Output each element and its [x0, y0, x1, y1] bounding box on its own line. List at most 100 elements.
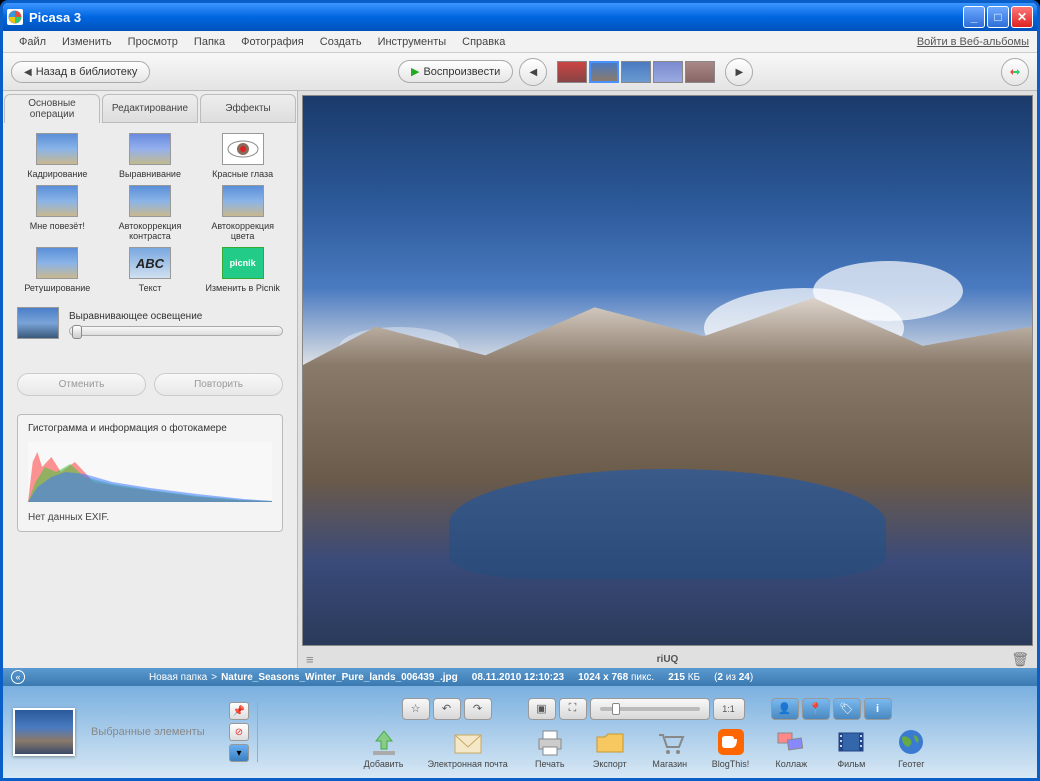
caption-text[interactable]: riUQ — [657, 654, 679, 665]
rotate-left-button[interactable]: ↶ — [433, 698, 461, 720]
contrast-icon — [129, 185, 171, 217]
crop-button[interactable]: Кадрирование — [13, 133, 102, 179]
histogram-title: Гистограмма и информация о фотокамере — [28, 423, 272, 434]
hold-button[interactable]: 📌 — [229, 702, 249, 720]
action-label: Коллаж — [776, 760, 808, 769]
menu-edit[interactable]: Изменить — [54, 36, 120, 48]
minimize-button[interactable]: _ — [963, 6, 985, 28]
action-label: Печать — [535, 760, 564, 769]
redeye-button[interactable]: Красные глаза — [198, 133, 287, 179]
status-filename: Nature_Seasons_Winter_Pure_lands_006439_… — [221, 672, 458, 683]
prev-photo-button[interactable] — [519, 58, 547, 86]
tab-basic-fixes[interactable]: Основные операции — [4, 94, 100, 123]
strip-thumb[interactable] — [621, 61, 651, 83]
selection-thumb[interactable] — [13, 708, 75, 756]
action-label: Фильм — [837, 760, 865, 769]
op-label: Кадрирование — [27, 169, 87, 179]
menu-help[interactable]: Справка — [454, 36, 513, 48]
arrow-right-icon — [735, 66, 743, 78]
op-label: Текст — [139, 283, 162, 293]
lucky-icon — [36, 185, 78, 217]
zoom-slider[interactable] — [590, 698, 710, 720]
slider-knob[interactable] — [72, 325, 82, 339]
retouch-button[interactable]: Ретуширование — [13, 247, 102, 293]
share-button[interactable] — [1001, 58, 1029, 86]
fill-light-icon — [17, 307, 59, 339]
trash-icon[interactable]: 🗑 — [1011, 651, 1029, 668]
redo-button[interactable]: Повторить — [154, 373, 283, 396]
login-link[interactable]: Войти в Веб-альбомы — [917, 36, 1029, 48]
menu-folder[interactable]: Папка — [186, 36, 233, 48]
menu-photo[interactable]: Фотография — [233, 36, 312, 48]
autocolor-button[interactable]: Автокоррекция цвета — [198, 185, 287, 241]
upload-icon — [366, 726, 402, 758]
op-label: Мне повезёт! — [30, 221, 85, 231]
text-button[interactable]: ABC Текст — [106, 247, 195, 293]
strip-thumb[interactable] — [557, 61, 587, 83]
places-button[interactable]: 📍 — [802, 698, 830, 720]
fit-button[interactable]: ▣ — [528, 698, 556, 720]
one-to-one-button[interactable]: 1:1 — [713, 698, 745, 720]
strip-thumb-active[interactable] — [589, 61, 619, 83]
tab-label: Эффекты — [225, 103, 270, 114]
fill-light-slider[interactable] — [69, 326, 283, 336]
upload-button[interactable]: Добавить — [364, 726, 404, 769]
strip-thumb[interactable] — [685, 61, 715, 83]
menu-file[interactable]: Файл — [11, 36, 54, 48]
play-slideshow-button[interactable]: ▶ Воспроизвести — [398, 60, 513, 83]
divider — [257, 702, 258, 762]
people-button[interactable]: 👤 — [771, 698, 799, 720]
blog-button[interactable]: BlogThis! — [712, 726, 750, 769]
status-folder: Новая папка — [149, 672, 207, 683]
email-button[interactable]: Электронная почта — [427, 726, 507, 769]
info-button[interactable]: i — [864, 698, 892, 720]
shop-button[interactable]: Магазин — [652, 726, 688, 769]
actual-size-button[interactable]: ⛶ — [559, 698, 587, 720]
back-label: Назад в библиотеку — [36, 66, 138, 78]
caption-bar: ≡ riUQ 🗑 — [298, 650, 1037, 668]
folder-icon — [592, 726, 628, 758]
collage-button[interactable]: Коллаж — [773, 726, 809, 769]
collapse-tray-button[interactable]: « — [11, 670, 25, 684]
close-button[interactable]: ✕ — [1011, 6, 1033, 28]
histogram-chart — [28, 442, 272, 502]
menu-tools[interactable]: Инструменты — [370, 36, 455, 48]
clear-button[interactable]: ⊘ — [229, 723, 249, 741]
undo-button[interactable]: Отменить — [17, 373, 146, 396]
back-to-library-button[interactable]: Назад в библиотеку — [11, 61, 150, 83]
menu-create[interactable]: Создать — [312, 36, 370, 48]
tab-label: Редактирование — [112, 103, 188, 114]
blogger-icon — [713, 726, 749, 758]
selection-label: Выбранные элементы — [91, 726, 221, 738]
movie-button[interactable]: Фильм — [833, 726, 869, 769]
status-size-suffix: КБ — [688, 672, 700, 683]
play-icon: ▶ — [411, 65, 419, 78]
export-button[interactable]: Экспорт — [592, 726, 628, 769]
add-to-album-button[interactable]: ▾ — [229, 744, 249, 762]
menu-view[interactable]: Просмотр — [120, 36, 186, 48]
text-icon: ABC — [129, 247, 171, 279]
exif-text: Нет данных EXIF. — [28, 512, 272, 523]
action-label: Магазин — [652, 760, 687, 769]
image-view[interactable] — [302, 95, 1033, 646]
geotag-button[interactable]: Геотег — [893, 726, 929, 769]
play-label: Воспроизвести — [423, 66, 500, 78]
arrow-left-icon — [529, 66, 537, 78]
status-sep: > — [211, 672, 217, 683]
straighten-button[interactable]: Выравнивание — [106, 133, 195, 179]
straighten-icon — [129, 133, 171, 165]
caption-handle-icon[interactable]: ≡ — [306, 652, 314, 667]
lucky-button[interactable]: Мне повезёт! — [13, 185, 102, 241]
rotate-right-button[interactable]: ↷ — [464, 698, 492, 720]
tab-tuning[interactable]: Редактирование — [102, 94, 198, 123]
star-button[interactable]: ☆ — [402, 698, 430, 720]
picnik-button[interactable]: picnikИзменить в Picnik — [198, 247, 287, 293]
maximize-button[interactable]: □ — [987, 6, 1009, 28]
strip-thumb[interactable] — [653, 61, 683, 83]
tags-button[interactable]: 🏷 — [833, 698, 861, 720]
print-button[interactable]: Печать — [532, 726, 568, 769]
autocontrast-button[interactable]: Автокоррекция контраста — [106, 185, 195, 241]
next-photo-button[interactable] — [725, 58, 753, 86]
tab-effects[interactable]: Эффекты — [200, 94, 296, 123]
status-dimensions: 1024 x 768 — [578, 672, 628, 683]
